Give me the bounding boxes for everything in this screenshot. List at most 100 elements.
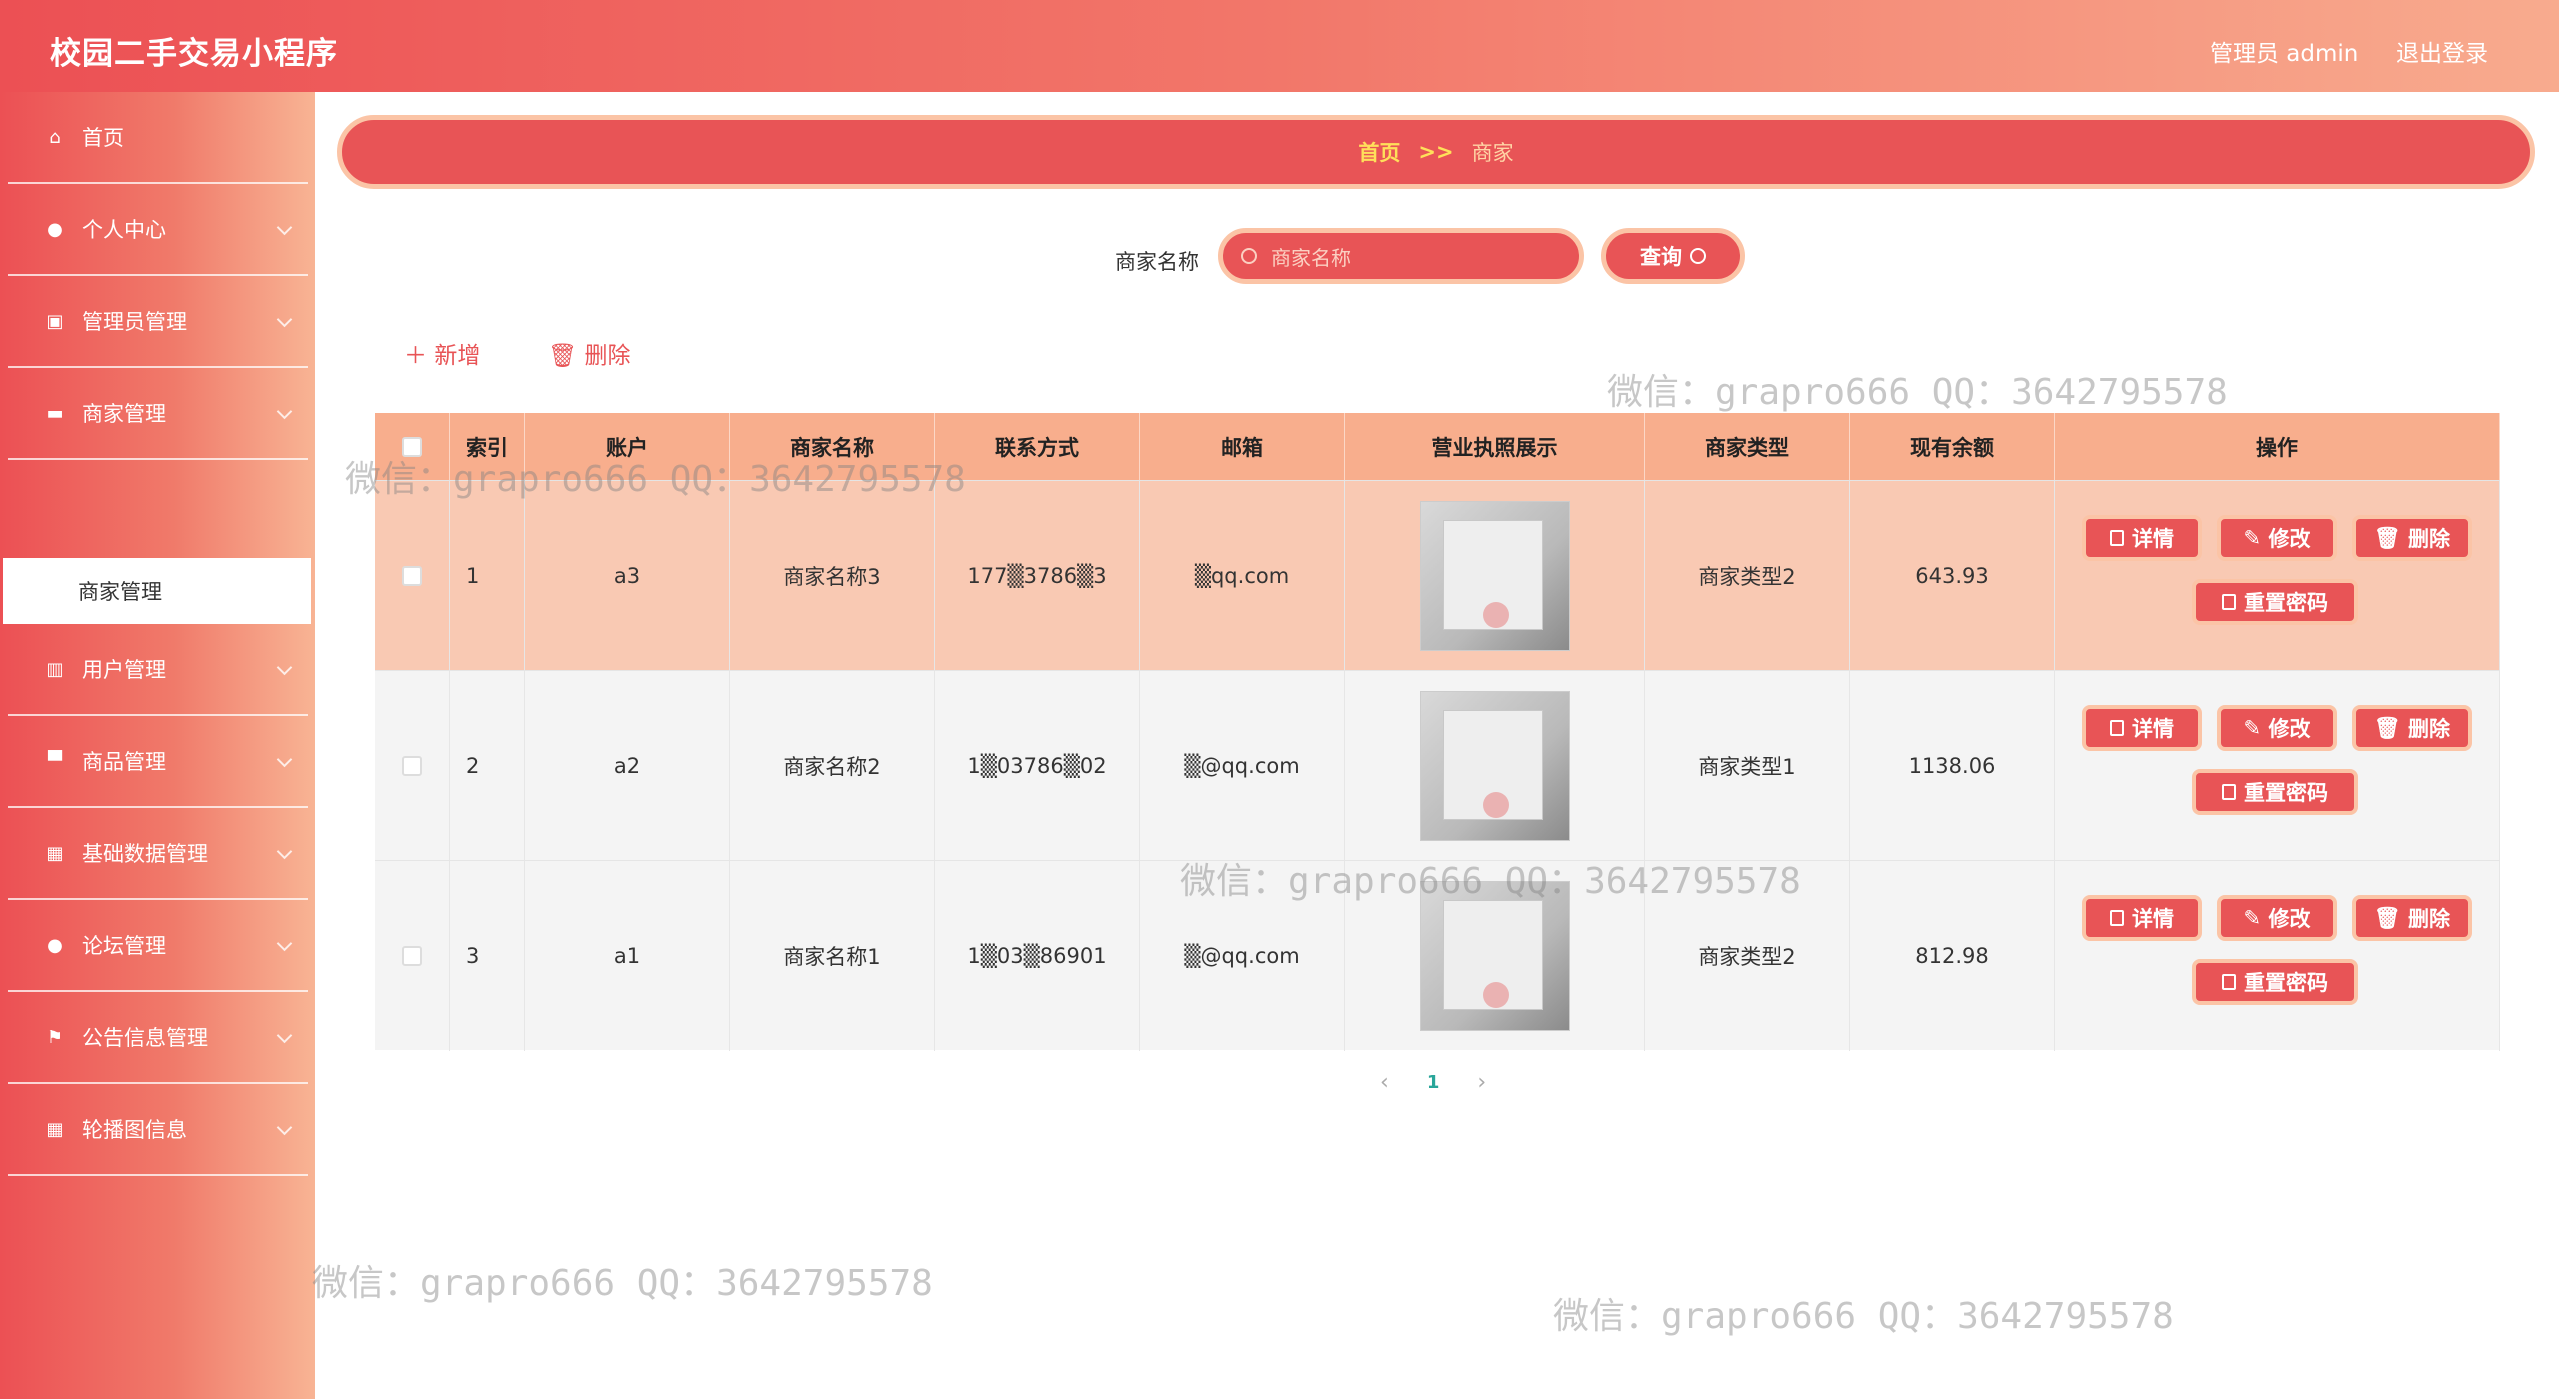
license-seal	[1482, 792, 1509, 818]
column-header: 操作	[2055, 413, 2500, 480]
add-button-label: 新增	[434, 343, 481, 369]
reset-password-button[interactable]: 重置密码	[2192, 959, 2358, 1005]
phone-cell: 1▒03▒86901	[935, 861, 1140, 1051]
document-icon	[2222, 594, 2236, 610]
sidebar-item-label: 基础数据管理	[82, 842, 208, 866]
merchant-name-cell: 商家名称1	[730, 861, 935, 1051]
account-cell: a1	[525, 861, 730, 1051]
search-icon	[1690, 248, 1706, 264]
app-title: 校园二手交易小程序	[50, 36, 338, 72]
delete-button[interactable]: 🗑 删除	[2352, 515, 2472, 561]
grid-icon: ▦	[46, 1118, 64, 1140]
next-page-button[interactable]: ›	[1477, 1070, 1486, 1095]
sidebar-subitem-merchant-manage[interactable]: 商家管理	[3, 558, 311, 624]
detail-button[interactable]: 详情	[2082, 515, 2202, 561]
document-icon	[2222, 784, 2236, 800]
chevron-down-icon	[276, 311, 293, 328]
sidebar-item-merchants[interactable]: ▬ 商家管理	[8, 368, 308, 460]
plus-icon: ＋	[404, 343, 435, 369]
sidebar-item-label: 论坛管理	[82, 934, 166, 958]
trash-icon: 🗑	[2374, 525, 2408, 550]
page-number[interactable]: 1	[1427, 1072, 1440, 1093]
row-checkbox[interactable]	[402, 756, 422, 776]
sidebar-item-home[interactable]: ⌂ 首页	[8, 92, 308, 184]
detail-button[interactable]: 详情	[2082, 895, 2202, 941]
sidebar-item-carousel[interactable]: ▦ 轮播图信息	[8, 1084, 308, 1176]
clipboard-icon: ▣	[46, 310, 64, 332]
pencil-icon: ✎	[2243, 716, 2269, 740]
document-icon	[2110, 910, 2124, 926]
sidebar-item-label: 轮播图信息	[82, 1118, 187, 1142]
trash-icon: 🗑	[548, 343, 585, 369]
detail-button[interactable]: 详情	[2082, 705, 2202, 751]
phone-cell: 1▒03786▒02	[935, 671, 1140, 861]
license-seal	[1482, 602, 1509, 628]
breadcrumb-current: 商家	[1471, 141, 1514, 165]
index-cell: 2	[450, 671, 525, 861]
balance-cell: 643.93	[1850, 481, 2055, 671]
table-row: 1 a3 商家名称3 177▒3786▒3 ▒qq.com 商家类型2 643.…	[375, 480, 2500, 671]
search-button[interactable]: 查询	[1601, 228, 1745, 284]
delete-button[interactable]: 🗑 删除	[2352, 705, 2472, 751]
row-checkbox[interactable]	[402, 566, 422, 586]
sidebar: ⌂ 首页 ● 个人中心 ▣ 管理员管理 ▬ 商家管理 商家管理 ▥ 用户管理 ▀…	[0, 92, 315, 1399]
edit-button[interactable]: ✎ 修改	[2217, 515, 2337, 561]
document-icon	[2222, 974, 2236, 990]
operations-cell: 详情 ✎ 修改 🗑 删除 重置密码	[2055, 861, 2500, 1051]
home-icon: ⌂	[49, 126, 61, 148]
search-input[interactable]: 商家名称	[1218, 228, 1584, 284]
sidebar-item-goods[interactable]: ▀ 商品管理	[8, 716, 308, 808]
document-icon	[2110, 720, 2124, 736]
reset-password-button[interactable]: 重置密码	[2192, 769, 2358, 815]
batch-delete-button[interactable]: 🗑 删除	[548, 336, 631, 370]
row-select-cell	[375, 671, 450, 861]
sidebar-item-basedata[interactable]: ▦ 基础数据管理	[8, 808, 308, 900]
license-seal	[1482, 982, 1509, 1008]
business-license-image[interactable]	[1419, 691, 1570, 841]
add-button[interactable]: ＋ 新增	[404, 336, 480, 370]
watermark: 微信：grapro666 QQ：3642795578	[1180, 861, 1801, 902]
chevron-down-icon	[276, 843, 293, 860]
detail-button-label: 详情	[2132, 907, 2174, 931]
edit-button[interactable]: ✎ 修改	[2217, 705, 2337, 751]
logout-link[interactable]: 退出登录	[2396, 34, 2488, 68]
chevron-down-icon	[276, 219, 293, 236]
flag-icon: ⚑	[46, 1026, 64, 1048]
merchant-type-cell: 商家类型2	[1645, 481, 1850, 671]
search-placeholder: 商家名称	[1271, 245, 1351, 270]
trash-icon: 🗑	[2374, 715, 2408, 740]
reset-password-button[interactable]: 重置密码	[2192, 579, 2358, 625]
column-header: 营业执照展示	[1345, 413, 1645, 480]
index-cell: 1	[450, 481, 525, 671]
sidebar-item-notices[interactable]: ⚑ 公告信息管理	[8, 992, 308, 1084]
sidebar-item-admins[interactable]: ▣ 管理员管理	[8, 276, 308, 368]
table-row: 2 a2 商家名称2 1▒03786▒02 ▒@qq.com 商家类型1 113…	[375, 670, 2500, 861]
sidebar-item-forum[interactable]: ● 论坛管理	[8, 900, 308, 992]
chevron-down-icon	[276, 751, 293, 768]
breadcrumb-home[interactable]: 首页	[1358, 137, 1400, 167]
sidebar-item-profile[interactable]: ● 个人中心	[8, 184, 308, 276]
prev-page-button[interactable]: ‹	[1380, 1070, 1389, 1095]
license-cell	[1345, 671, 1645, 861]
edit-button[interactable]: ✎ 修改	[2217, 895, 2337, 941]
reset-password-label: 重置密码	[2244, 781, 2328, 805]
row-checkbox[interactable]	[402, 946, 422, 966]
reset-password-label: 重置密码	[2244, 591, 2328, 615]
watermark: 微信：grapro666 QQ：3642795578	[1607, 372, 2228, 413]
sidebar-item-users[interactable]: ▥ 用户管理	[8, 624, 308, 716]
chat-icon: ▬	[46, 402, 64, 424]
watermark: 微信：grapro666 QQ：3642795578	[312, 1263, 933, 1304]
delete-button[interactable]: 🗑 删除	[2352, 895, 2472, 941]
business-license-image[interactable]	[1419, 501, 1570, 651]
document-icon	[2110, 530, 2124, 546]
watermark: 微信：grapro666 QQ：3642795578	[345, 459, 966, 500]
search-icon	[1241, 248, 1257, 264]
book-icon: ▥	[46, 658, 64, 680]
grid-icon: ▦	[46, 842, 64, 864]
sidebar-item-label: 管理员管理	[82, 310, 187, 334]
chevron-down-icon	[276, 403, 293, 420]
breadcrumb: 首页 >> 商家	[337, 115, 2535, 189]
detail-button-label: 详情	[2132, 527, 2174, 551]
email-cell: ▒@qq.com	[1140, 671, 1345, 861]
pagination: ‹ 1 ›	[1380, 1070, 1486, 1095]
